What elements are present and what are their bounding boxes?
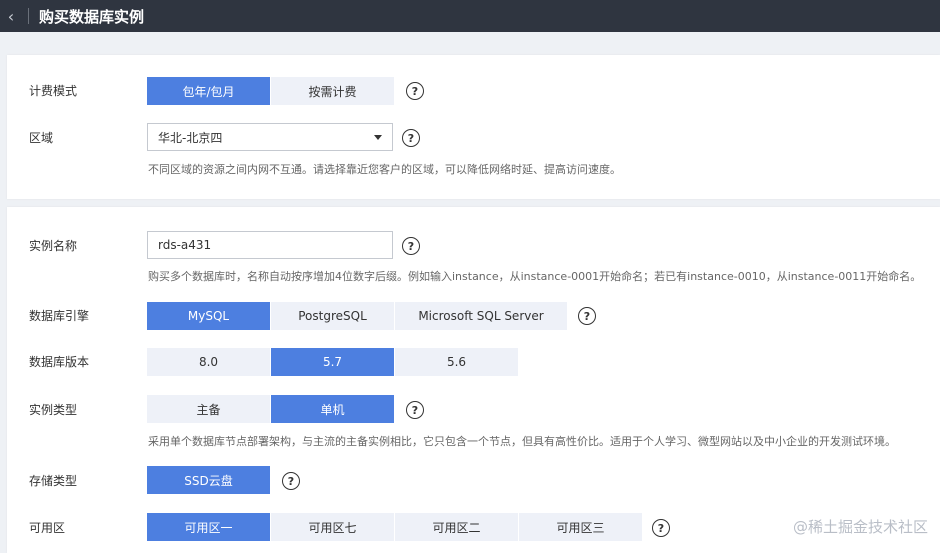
region-hint: 不同区域的资源之间内网不互通。请选择靠近您客户的区域，可以降低网络时延、提高访问…	[148, 163, 621, 176]
instance-name-input[interactable]	[147, 231, 393, 259]
page-title: 购买数据库实例	[39, 7, 145, 26]
instance-type-segment: 主备 单机	[147, 395, 395, 423]
engine-option-mysql[interactable]: MySQL	[147, 302, 271, 330]
instance-type-option-ha[interactable]: 主备	[147, 395, 271, 423]
region-label: 区域	[29, 131, 54, 145]
instance-config-card: 实例名称 ? 购买多个数据库时，名称自动按序增加4位数字后缀。例如输入insta…	[7, 207, 940, 553]
instance-name-help-icon[interactable]: ?	[402, 237, 420, 255]
region-help-icon[interactable]: ?	[402, 129, 420, 147]
billing-mode-label: 计费模式	[29, 84, 78, 98]
billing-option-yearly-monthly[interactable]: 包年/包月	[147, 77, 271, 105]
az-help-icon[interactable]: ?	[652, 519, 670, 537]
az-segment: 可用区一 可用区七 可用区二 可用区三	[147, 513, 643, 541]
az-option-3[interactable]: 可用区三	[519, 513, 643, 541]
region-select[interactable]: 华北-北京四	[147, 123, 393, 151]
top-bar: ‹ 购买数据库实例	[0, 0, 940, 32]
watermark: @稀土掘金技术社区	[792, 518, 928, 536]
instance-name-label: 实例名称	[29, 239, 78, 253]
az-option-2[interactable]: 可用区二	[395, 513, 519, 541]
engine-option-sqlserver[interactable]: Microsoft SQL Server	[395, 302, 568, 330]
billing-region-card: 计费模式 包年/包月 按需计费 ? 区域 华北-北京四 ? 不同区域的资源之间内…	[7, 55, 940, 199]
engine-label: 数据库引擎	[29, 309, 90, 323]
version-option-8-0[interactable]: 8.0	[147, 348, 271, 376]
storage-help-icon[interactable]: ?	[282, 472, 300, 490]
instance-type-help-icon[interactable]: ?	[406, 401, 424, 419]
engine-segment: MySQL PostgreSQL Microsoft SQL Server	[147, 302, 568, 330]
instance-type-hint: 采用单个数据库节点部署架构，与主流的主备实例相比，它只包含一个节点，但具有高性价…	[148, 435, 896, 448]
caret-down-icon	[374, 135, 382, 140]
instance-name-hint: 购买多个数据库时，名称自动按序增加4位数字后缀。例如输入instance，从in…	[148, 270, 922, 283]
engine-option-postgresql[interactable]: PostgreSQL	[271, 302, 395, 330]
billing-help-icon[interactable]: ?	[406, 82, 424, 100]
region-select-value: 华北-北京四	[158, 130, 223, 145]
engine-help-icon[interactable]: ?	[578, 307, 596, 325]
version-option-5-7[interactable]: 5.7	[271, 348, 395, 376]
az-option-7[interactable]: 可用区七	[271, 513, 395, 541]
instance-type-label: 实例类型	[29, 403, 78, 417]
topbar-divider	[28, 8, 29, 24]
version-segment: 8.0 5.7 5.6	[147, 348, 519, 376]
billing-mode-segment: 包年/包月 按需计费	[147, 77, 395, 105]
storage-segment: SSD云盘	[147, 466, 271, 494]
chevron-left-icon[interactable]: ‹	[0, 0, 22, 32]
version-label: 数据库版本	[29, 355, 90, 369]
version-option-5-6[interactable]: 5.6	[395, 348, 519, 376]
storage-option-ssd[interactable]: SSD云盘	[147, 466, 271, 494]
az-option-1[interactable]: 可用区一	[147, 513, 271, 541]
az-label: 可用区	[29, 521, 66, 535]
storage-label: 存储类型	[29, 474, 78, 488]
instance-type-option-single[interactable]: 单机	[271, 395, 395, 423]
billing-option-on-demand[interactable]: 按需计费	[271, 77, 395, 105]
